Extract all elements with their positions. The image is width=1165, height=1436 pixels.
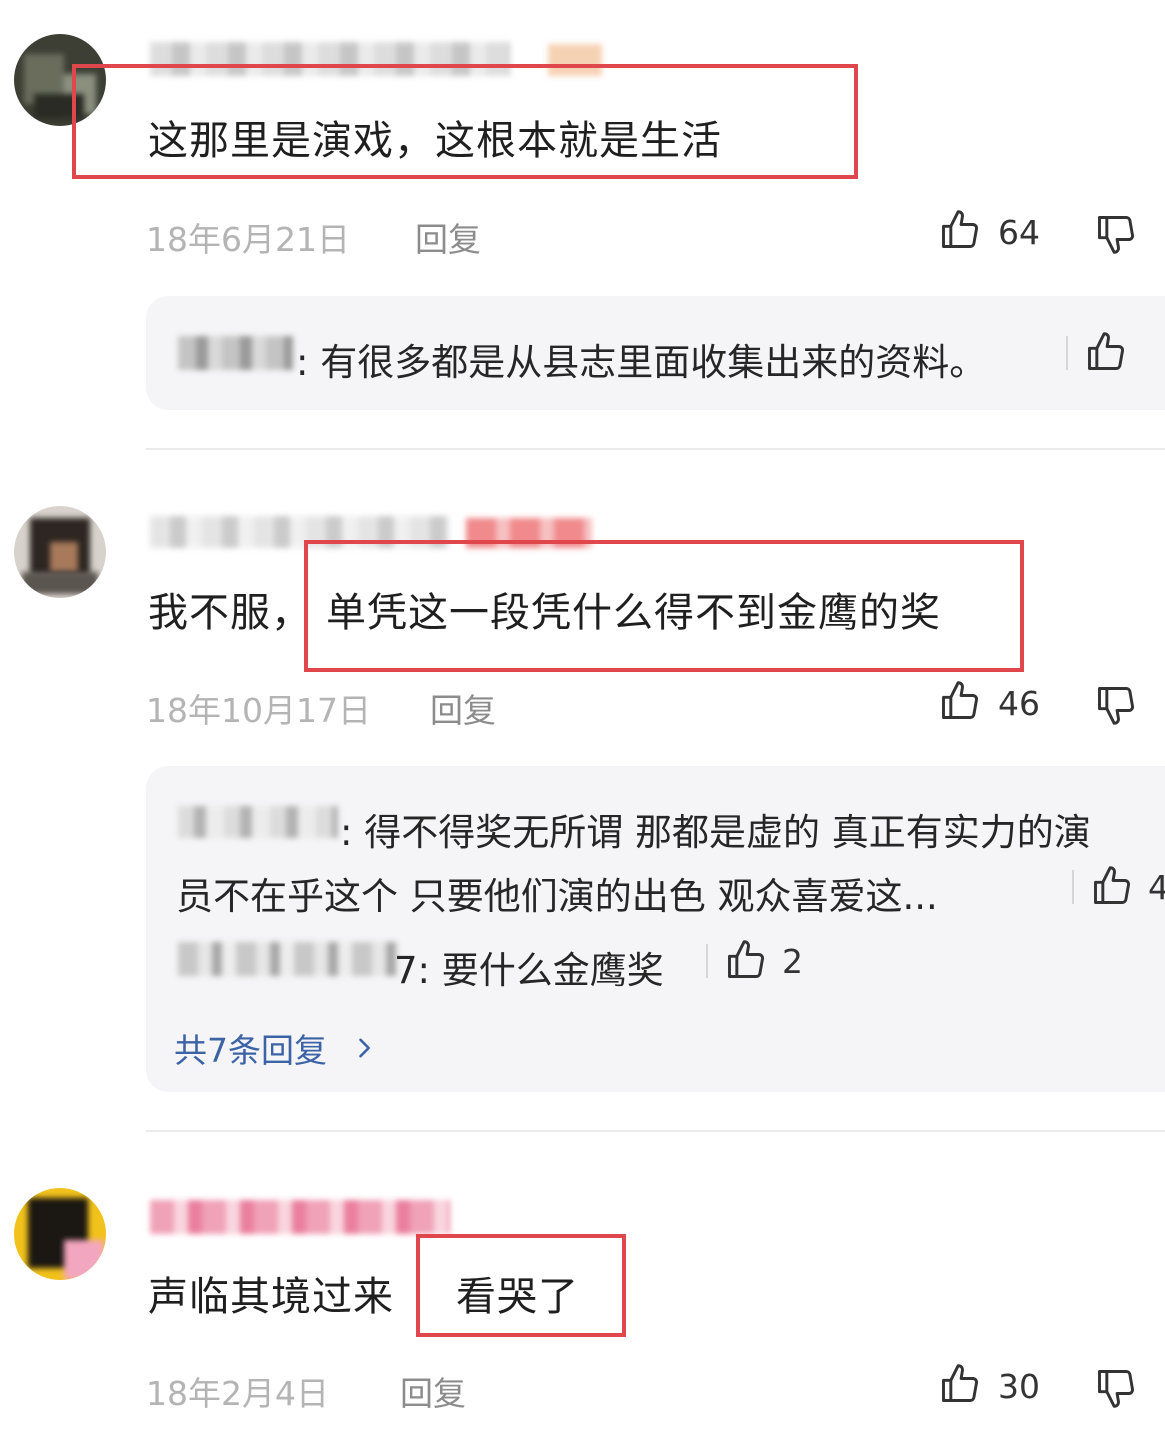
reply-text: 7: 要什么金鹰奖 <box>394 949 664 992</box>
reply-button[interactable]: 回复 <box>400 1367 466 1415</box>
dislike-button[interactable] <box>1094 683 1138 727</box>
reply-button[interactable]: 回复 <box>430 684 496 732</box>
like-count: 30 <box>998 1367 1040 1406</box>
comment-date: 18年6月21日 <box>146 220 350 259</box>
thumbs-down-icon <box>1098 1370 1134 1408</box>
reply-username-redacted[interactable] <box>178 942 398 976</box>
comment-date: 18年10月17日 <box>146 691 371 730</box>
highlight-box <box>72 64 858 179</box>
like-button[interactable] <box>938 208 982 252</box>
thumbs-up-icon <box>942 210 978 248</box>
reply-like-button[interactable] <box>1090 864 1134 908</box>
thumbs-up-icon <box>728 940 764 978</box>
reply-text: : 有很多都是从县志里面收集出来的资料。 <box>296 341 987 384</box>
like-count: 46 <box>998 684 1040 723</box>
reply-like-button[interactable] <box>724 938 768 982</box>
thumbs-down-icon <box>1098 216 1134 254</box>
comment-divider <box>146 1130 1165 1132</box>
highlight-box <box>416 1234 626 1337</box>
thumbs-down-icon <box>1098 687 1134 725</box>
reply-username-redacted[interactable] <box>178 806 338 838</box>
avatar[interactable] <box>14 506 106 598</box>
reply-like-button[interactable] <box>1084 330 1128 374</box>
reply-button[interactable]: 回复 <box>415 213 481 261</box>
thumbs-up-icon <box>942 1364 978 1402</box>
dislike-button[interactable] <box>1094 212 1138 256</box>
comment-date: 18年2月4日 <box>146 1374 329 1413</box>
like-count: 64 <box>998 213 1040 252</box>
more-replies-link[interactable]: 共7条回复 <box>174 1024 378 1072</box>
chevron-right-icon <box>359 1038 371 1058</box>
divider <box>1072 870 1074 904</box>
comment-divider <box>146 448 1165 450</box>
reply-like-count: 4 <box>1148 868 1165 907</box>
more-replies-label: 共7条回复 <box>174 1031 327 1070</box>
comment-text-prefix: 声临其境过来 <box>148 1274 394 1320</box>
comment-text-prefix: 我不服， <box>148 590 312 636</box>
divider <box>706 944 708 978</box>
divider <box>1066 336 1068 370</box>
dislike-button[interactable] <box>1094 1366 1138 1410</box>
avatar[interactable] <box>14 1188 106 1280</box>
highlight-box <box>304 540 1024 672</box>
username-redacted[interactable] <box>150 1200 450 1234</box>
reply-text: : 得不得奖无所谓 那都是虚的 真正有实力的演 <box>340 811 1091 854</box>
reply-username-redacted[interactable] <box>178 336 293 370</box>
thumbs-up-icon <box>1088 332 1124 370</box>
like-button[interactable] <box>938 679 982 723</box>
like-button[interactable] <box>938 1362 982 1406</box>
reply-like-count: 2 <box>782 942 803 981</box>
thumbs-up-icon <box>1094 866 1130 904</box>
thumbs-up-icon <box>942 681 978 719</box>
reply-text-continued: 员不在乎这个 只要他们演的出色 观众喜爱这... <box>176 875 938 918</box>
